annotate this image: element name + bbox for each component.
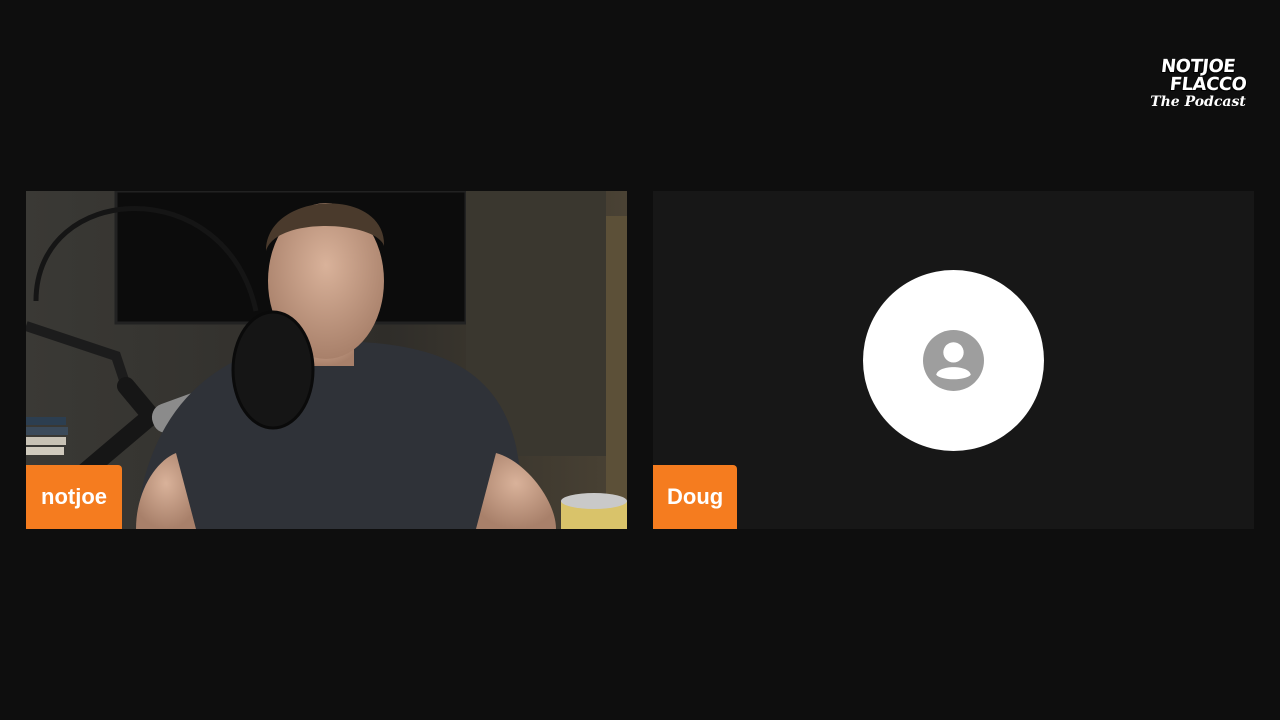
logo-line-3: The Podcast [1150, 94, 1246, 110]
participant-name-tag: Doug [653, 465, 738, 529]
logo-line-2: FLACCO [1168, 74, 1248, 95]
participant-tile-notjoe[interactable]: notjoe [26, 191, 627, 529]
participant-name-tag: notjoe [26, 465, 122, 529]
participant-tile-doug[interactable]: Doug [653, 191, 1254, 529]
user-avatar-icon [923, 330, 984, 391]
podcast-logo: NOTJOE FLACCO The Podcast [1148, 56, 1248, 118]
call-stage: NOTJOE FLACCO The Podcast notjoe Doug [0, 0, 1280, 720]
avatar [863, 270, 1044, 451]
